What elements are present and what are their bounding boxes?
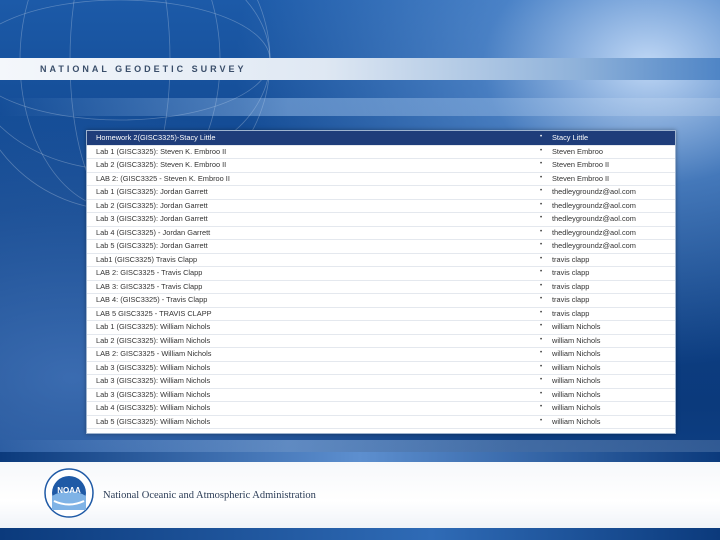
bullet: •	[540, 390, 543, 397]
table-row[interactable]: Lab 3 (GISC3325): William Nichols • willia…	[87, 374, 675, 389]
document-title-link[interactable]: Lab 2 (GISC3325): William Nichols	[96, 334, 210, 348]
bullet: •	[540, 336, 543, 343]
bullet: •	[540, 417, 543, 424]
bullet: •	[540, 201, 543, 208]
author-name: william Nichols	[552, 322, 601, 331]
author-name: william Nichols	[552, 349, 601, 358]
bullet: •	[540, 242, 543, 248]
author-name: william Nichols	[552, 335, 601, 345]
table-row[interactable]: Lab 1 (GISC3325): Steven K. Embroo II • St…	[87, 145, 675, 159]
bullet: •	[540, 188, 543, 194]
table-row[interactable]: Lab 3 (GISC3325): William Nichols • willia…	[87, 361, 675, 375]
author-name: travis clapp	[552, 268, 590, 277]
author-name: travis clapp	[552, 281, 590, 291]
footer-bottom-line	[0, 528, 720, 540]
author-name: thedleygroundz@aol.com	[552, 227, 636, 237]
table-row[interactable]: Lab 1 (GISC3325): Jordan Garrett • thedley…	[87, 185, 675, 200]
document-title-link[interactable]: Lab 3 (GISC3325): William Nichols	[96, 388, 210, 402]
bullet: •	[540, 269, 543, 275]
document-title-link[interactable]: Lab 4 (GISC3325): William Nichols	[96, 401, 210, 415]
table-row[interactable]: LAB 3: GISC3325 - Travis Clapp • travis cl…	[87, 280, 675, 294]
author-name: Steven Embroo II	[552, 173, 610, 183]
author-name: travis clapp	[552, 254, 590, 264]
bullet: •	[540, 309, 543, 316]
author-name: Steven Embroo	[552, 146, 603, 156]
table-row[interactable]: LAB 2: GISC3325 - William Nichols • willia…	[87, 347, 675, 362]
document-title-link[interactable]: Lab 2 (GISC3325): Steven K. Embroo II	[96, 158, 226, 172]
table-row[interactable]: LAB 2: GISC3325 - Travis Clapp • travis cl…	[87, 266, 675, 281]
author-name: william Nichols	[552, 376, 601, 385]
author-name: william Nichols	[552, 389, 601, 399]
document-title-link[interactable]: Lab 4 (GISC3325) - Jordan Garrett	[96, 226, 210, 240]
table-row[interactable]: Lab 3 (GISC3325): William Nichols • willia…	[87, 388, 675, 402]
table-row[interactable]: LAB 2: (GISC3325 - Steven K. Embroo II • S…	[87, 172, 675, 186]
author-name: william Nichols	[552, 416, 601, 426]
table-row[interactable]: Lab 4 (GISC3325) - Jordan Garrett • thedle…	[87, 226, 675, 240]
bullet: •	[540, 147, 543, 154]
table-row[interactable]: LAB 5 GISC3325 - TRAVIS CLAPP • travis cla…	[87, 307, 675, 321]
author-name: thedleygroundz@aol.com	[552, 200, 636, 210]
bullet: •	[540, 215, 543, 221]
document-title-link[interactable]: Lab 3 (GISC3325): William Nichols	[96, 361, 210, 375]
table-row[interactable]: LAB 4: (GISC3325) - Travis Clapp • travis …	[87, 293, 675, 308]
noaa-logo: NOAA	[44, 468, 94, 518]
document-title-link[interactable]: LAB 2: GISC3325 - Travis Clapp	[96, 266, 202, 280]
bullet: •	[540, 161, 543, 167]
document-title-link[interactable]: Lab 1 (GISC3325): Jordan Garrett	[96, 185, 208, 199]
bullet: •	[540, 296, 543, 302]
bullet: •	[540, 228, 543, 235]
table-row[interactable]: Lab 1 (GISC3325): William Nichols • willia…	[87, 320, 675, 335]
bullet: •	[540, 363, 543, 370]
table-row[interactable]: Homework 2(GISC3325)-Stacy Little • Stacy …	[87, 131, 675, 146]
document-title-link[interactable]: Lab 5 (GISC3325): Jordan Garrett	[96, 239, 208, 253]
document-title-link[interactable]: Homework 2(GISC3325)-Stacy Little	[96, 131, 216, 145]
document-title-link[interactable]: Lab 1 (GISC3325): William Nichols	[96, 320, 210, 334]
table-row[interactable]: Lab1 (GISC3325) Travis Clapp • travis clap…	[87, 253, 675, 267]
bullet: •	[540, 323, 543, 329]
bullet: •	[540, 404, 543, 410]
author-name: william Nichols	[552, 362, 601, 372]
author-name: travis clapp	[552, 295, 590, 304]
document-title-link[interactable]: Lab1 (GISC3325) Travis Clapp	[96, 253, 197, 267]
document-title-link[interactable]: LAB 2: GISC3325 - William Nichols	[96, 347, 211, 361]
bullet: •	[540, 377, 543, 383]
author-name: william Nichols	[552, 403, 601, 412]
bullet: •	[540, 174, 543, 181]
author-name: thedleygroundz@aol.com	[552, 187, 636, 196]
table-row[interactable]: Lab 3 (GISC3325): Jordan Garrett • thedley…	[87, 212, 675, 227]
author-name: thedleygroundz@aol.com	[552, 241, 636, 250]
table-row[interactable]: Lab 2 (GISC3325): Jordan Garrett • thedley…	[87, 199, 675, 213]
header-title: NATIONAL GEODETIC SURVEY	[40, 64, 247, 74]
table-row[interactable]: Lab 2 (GISC3325): William Nichols • willia…	[87, 334, 675, 348]
bullet: •	[540, 350, 543, 356]
document-list-table: Homework 2(GISC3325)-Stacy Little • Stacy …	[86, 130, 676, 434]
document-title-link[interactable]: Lab 2 (GISC3325): Jordan Garrett	[96, 199, 208, 213]
document-title-link[interactable]: Lab 5 (GISC3325): William Nichols	[96, 415, 210, 429]
author-name: Steven Embroo II	[552, 160, 610, 169]
document-title-link[interactable]: LAB 2: (GISC3325 - Steven K. Embroo II	[96, 172, 230, 186]
decor-stripe	[0, 98, 720, 116]
document-title-link[interactable]: Lab 3 (GISC3325): William Nichols	[96, 374, 210, 388]
document-title-link[interactable]: LAB 3: GISC3325 - Travis Clapp	[96, 280, 202, 294]
table-row[interactable]: Lab 5 (GISC3325): Jordan Garrett • thedley…	[87, 239, 675, 254]
bullet: •	[540, 255, 543, 262]
author-name: Stacy Little	[552, 133, 589, 142]
author-name: travis clapp	[552, 308, 590, 318]
agency-name: National Oceanic and Atmospheric Adminis…	[103, 490, 316, 501]
table-row[interactable]: Lab 4 (GISC3325): William Nichols • willia…	[87, 401, 675, 416]
noaa-logo-text: NOAA	[57, 486, 81, 495]
bullet: •	[540, 134, 543, 140]
table-row[interactable]: Lab 2 (GISC3325): Steven K. Embroo II • St…	[87, 158, 675, 173]
decor-stripe	[0, 440, 720, 452]
document-title-link[interactable]: Lab 1 (GISC3325): Steven K. Embroo II	[96, 145, 226, 159]
table-row[interactable]: Lab 5 (GISC3325): William Nichols • willia…	[87, 415, 675, 429]
document-title-link[interactable]: LAB 4: (GISC3325) - Travis Clapp	[96, 293, 207, 307]
document-title-link[interactable]: Lab 3 (GISC3325): Jordan Garrett	[96, 212, 208, 226]
footer-top-line	[0, 452, 720, 462]
document-title-link[interactable]: LAB 5 GISC3325 - TRAVIS CLAPP	[96, 307, 212, 321]
bullet: •	[540, 282, 543, 289]
author-name: thedleygroundz@aol.com	[552, 214, 636, 223]
